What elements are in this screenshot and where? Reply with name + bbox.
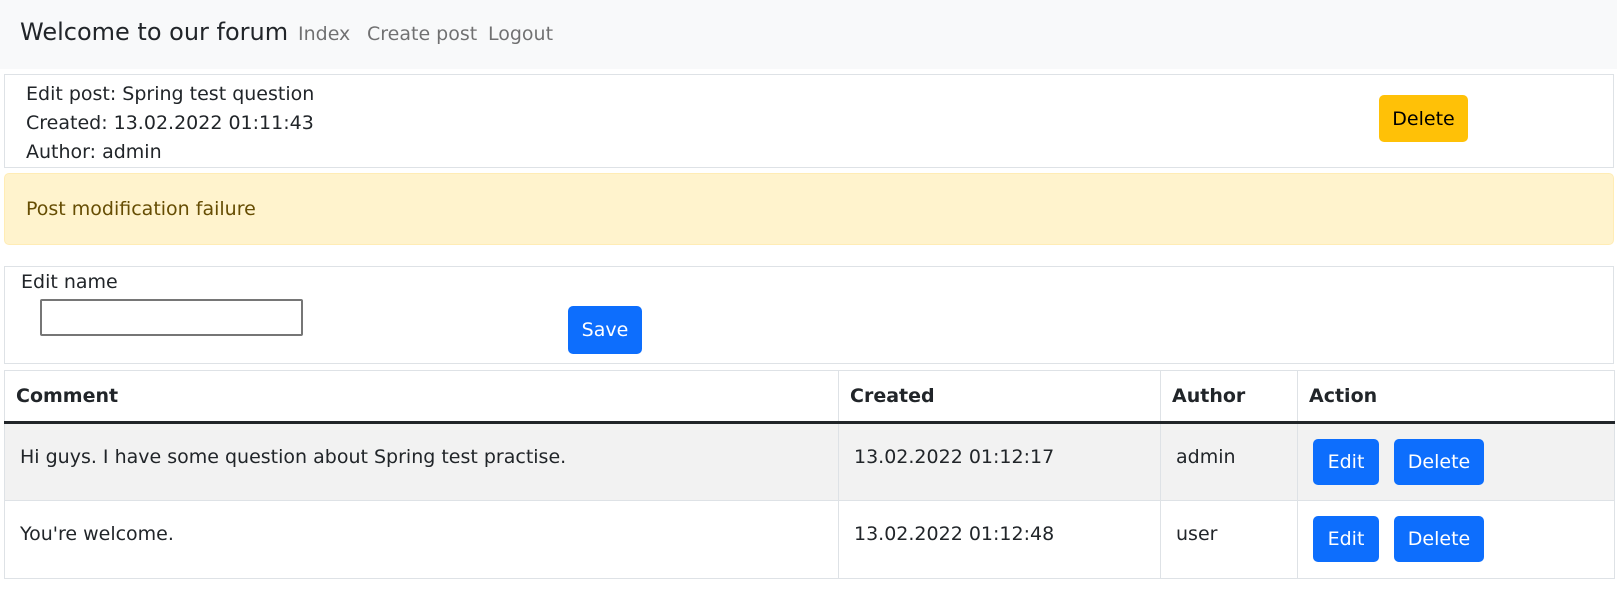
post-info-panel: Edit post: Spring test question Created:… [4,74,1614,168]
edit-comment-button[interactable]: Edit [1313,516,1379,562]
top-navbar: Welcome to our forum Index Create post L… [0,0,1617,69]
column-header-author: Author [1160,370,1298,424]
nav-link-create-post[interactable]: Create post [367,23,477,45]
table-header-row: Comment Created Author Action [4,370,1615,424]
save-button[interactable]: Save [568,306,642,354]
post-created: Created: 13.02.2022 01:11:43 [26,112,314,134]
comment-actions: Edit Delete [1297,422,1615,501]
column-header-action: Action [1297,370,1615,424]
alert-message: Post modification failure [26,198,256,220]
delete-post-button[interactable]: Delete [1379,95,1468,142]
column-header-comment: Comment [4,370,839,424]
table-row: You're welcome. 13.02.2022 01:12:48 user… [4,500,1615,579]
edit-name-input[interactable] [40,299,303,336]
edit-name-form: Edit name Save [4,266,1614,364]
comment-created: 13.02.2022 01:12:17 [838,422,1161,501]
comment-text: You're welcome. [4,500,839,579]
post-author: Author: admin [26,141,162,163]
navbar-brand[interactable]: Welcome to our forum [20,18,288,46]
nav-link-logout[interactable]: Logout [488,23,553,45]
table-row: Hi guys. I have some question about Spri… [4,422,1615,501]
edit-comment-button[interactable]: Edit [1313,439,1379,485]
comment-created: 13.02.2022 01:12:48 [838,500,1161,579]
edit-name-label: Edit name [21,271,118,293]
comment-author: user [1160,500,1298,579]
post-title: Edit post: Spring test question [26,83,315,105]
comment-author: admin [1160,422,1298,501]
comments-table: Comment Created Author Action Hi guys. I… [4,370,1615,579]
column-header-created: Created [838,370,1161,424]
delete-comment-button[interactable]: Delete [1394,439,1484,485]
delete-comment-button[interactable]: Delete [1394,516,1484,562]
comment-text: Hi guys. I have some question about Spri… [4,422,839,501]
warning-alert: Post modification failure [4,173,1614,245]
comment-actions: Edit Delete [1297,500,1615,579]
nav-link-index[interactable]: Index [298,23,350,45]
